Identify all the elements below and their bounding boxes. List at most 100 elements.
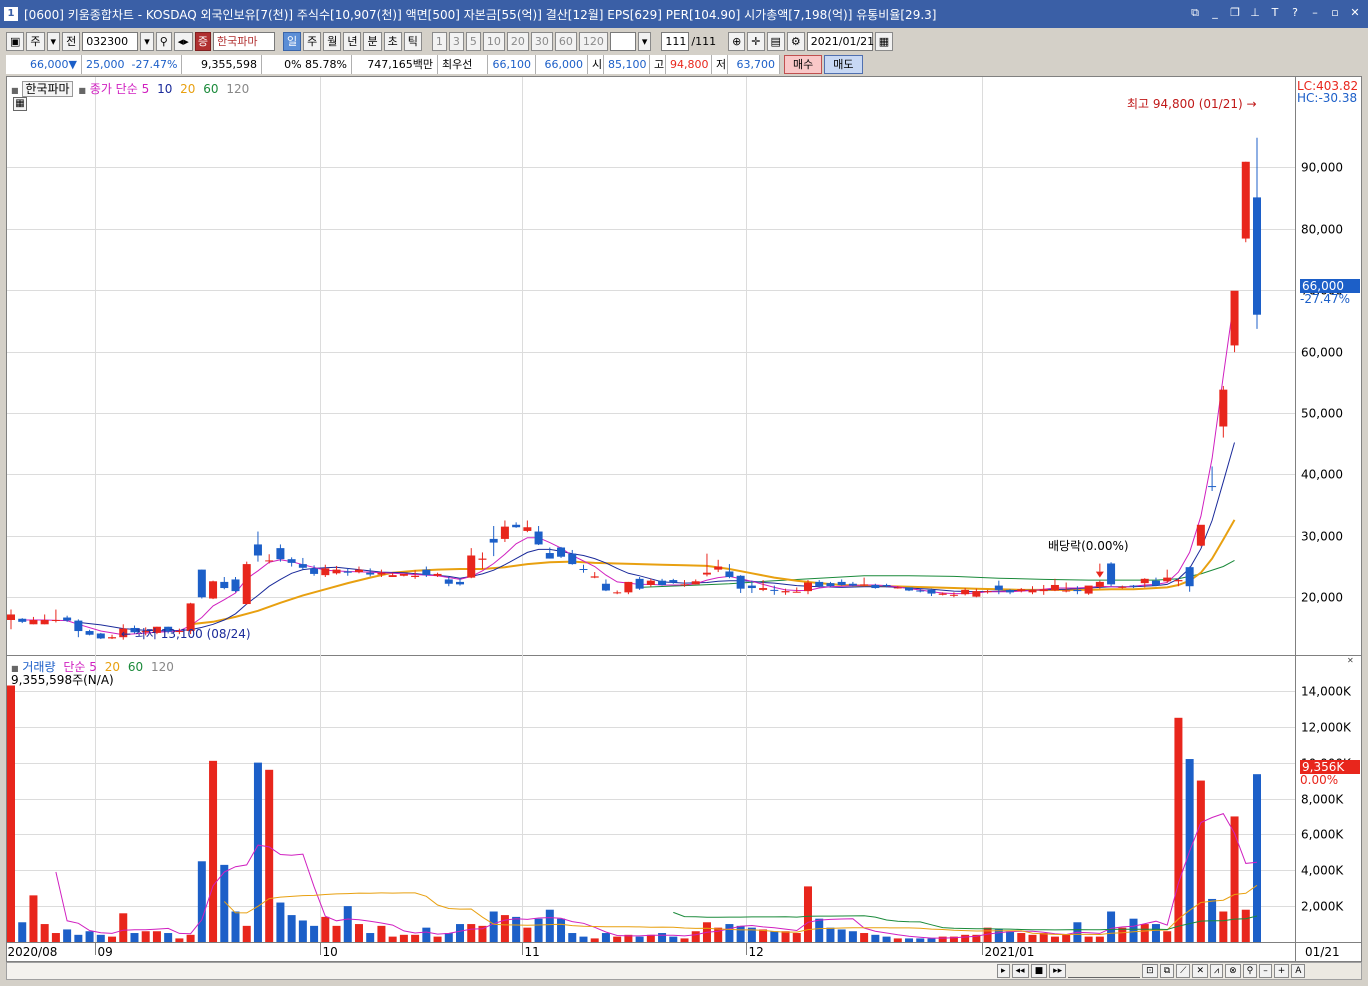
period-tick[interactable]: 틱 <box>403 31 422 51</box>
legend-vol-ma60: 60 <box>127 660 144 674</box>
table-icon[interactable]: ▦ <box>13 97 27 111</box>
minimize-icon[interactable]: – <box>1308 6 1322 20</box>
interval-1[interactable]: 1 <box>431 31 447 51</box>
tool-icon-2[interactable]: ⧉ <box>1159 964 1175 978</box>
restore-icon[interactable]: ▫ <box>1328 6 1342 20</box>
dividend-arrow <box>1095 571 1104 578</box>
panel-close-icon[interactable]: ✕ <box>1347 657 1356 666</box>
buy-button[interactable]: 매수 <box>784 54 823 74</box>
chart-area[interactable]: 20,00030,00040,00050,00060,00070,00080,0… <box>6 76 1362 962</box>
code-dropdown-icon[interactable]: ▾ <box>140 31 154 51</box>
candle-body <box>1208 486 1217 488</box>
interval-3[interactable]: 3 <box>448 31 464 51</box>
link-icon[interactable]: ⧉ <box>1188 6 1202 20</box>
help-icon[interactable]: ? <box>1288 6 1302 20</box>
stock-code-input[interactable]: 032300 <box>82 31 139 51</box>
type-dropdown-icon[interactable]: ▾ <box>46 31 61 51</box>
volume-bar <box>197 861 206 942</box>
magnify-icon[interactable]: ⚲ <box>1242 964 1258 978</box>
rewind-icon[interactable]: ◂◂ <box>1011 964 1029 978</box>
tool-icon-3[interactable]: ⟋ <box>1176 964 1191 978</box>
price-tick-label: 90,000 <box>1301 161 1343 175</box>
candle-body <box>433 573 442 576</box>
cascade-icon[interactable]: ❐ <box>1228 6 1242 20</box>
volume-bar <box>590 938 599 942</box>
volume-bar <box>545 909 554 942</box>
interval-10[interactable]: 10 <box>482 31 505 51</box>
candle-body <box>467 555 476 578</box>
interval-60[interactable]: 60 <box>554 31 577 51</box>
volume-value: 9,355,598 <box>182 54 262 74</box>
chart-canvas[interactable]: 20,00030,00040,00050,00060,00070,00080,0… <box>7 77 1361 961</box>
type-select[interactable]: 주 <box>26 31 45 51</box>
volume-bar <box>119 913 128 942</box>
volume-bar <box>388 936 397 942</box>
period-minute[interactable]: 분 <box>363 31 382 51</box>
interval-30[interactable]: 30 <box>530 31 553 51</box>
interval-120[interactable]: 120 <box>578 31 608 51</box>
search-icon[interactable]: ⚲ <box>155 31 172 51</box>
zoom-out-icon[interactable]: – <box>1259 964 1272 978</box>
candle-body <box>512 524 521 528</box>
volume-bar <box>332 925 341 942</box>
save-icon[interactable]: ▤ <box>766 31 785 51</box>
pin-icon[interactable]: ⊥ <box>1248 6 1262 20</box>
volume-bar <box>220 864 229 942</box>
minimize-small-icon[interactable]: _ <box>1208 6 1222 20</box>
forward-icon[interactable]: ▸▸ <box>1049 964 1067 978</box>
period-year[interactable]: 년 <box>343 31 362 51</box>
volume-bar <box>882 936 891 942</box>
volume-bar <box>63 929 72 942</box>
date-input[interactable]: 2021/01/21 <box>806 31 874 51</box>
candle-body <box>422 569 431 576</box>
candle-body <box>276 548 285 560</box>
zoom-slider[interactable] <box>1068 964 1141 978</box>
speaker-icon[interactable]: ◂▸ <box>173 31 193 51</box>
period-day[interactable]: 일 <box>282 31 302 51</box>
auto-scale-icon[interactable]: A <box>1291 964 1306 978</box>
tool-icon-1[interactable]: ⊡ <box>1142 964 1158 978</box>
close-icon[interactable]: ✕ <box>1348 6 1362 20</box>
volume-tick-label: 14,000K <box>1301 685 1352 699</box>
candle-body <box>568 553 577 565</box>
candle-body <box>1230 290 1239 346</box>
tool-icon-6[interactable]: ⊗ <box>1225 964 1241 978</box>
interval-dropdown-icon[interactable]: ▾ <box>637 31 652 51</box>
interval-20[interactable]: 20 <box>506 31 529 51</box>
scroll-right-icon[interactable]: ▸ <box>997 964 1010 978</box>
candle-body <box>444 579 453 584</box>
best-bid: 66,000 <box>536 54 588 74</box>
crosshair-icon[interactable]: ✛ <box>747 31 765 51</box>
volume-tick-label: 6,000K <box>1301 828 1344 842</box>
stock-name-field[interactable]: 한국파마 <box>212 31 275 51</box>
period-week[interactable]: 주 <box>303 31 322 51</box>
chart-scrollbar[interactable] <box>7 963 1001 979</box>
zoom-icon[interactable]: ⊕ <box>728 31 746 51</box>
volume-bar <box>893 938 902 942</box>
candle-body <box>579 569 588 571</box>
legend-stock-name[interactable]: 한국파마 <box>22 81 73 97</box>
interval-5[interactable]: 5 <box>465 31 481 51</box>
volume-bar <box>1140 924 1149 942</box>
prev-button[interactable]: 전 <box>62 31 81 51</box>
calendar-icon[interactable]: ▦ <box>874 31 894 51</box>
gear-icon[interactable]: ⚙ <box>786 31 805 51</box>
stop-icon[interactable]: ■ <box>1030 964 1048 978</box>
volume-bar <box>1028 934 1037 942</box>
period-month[interactable]: 월 <box>323 31 342 51</box>
volume-bar <box>1151 924 1160 942</box>
tool-icon-5[interactable]: ⩘ <box>1209 964 1224 978</box>
candle-body <box>927 589 936 594</box>
volume-bar <box>298 920 307 942</box>
zoom-in-icon[interactable]: + <box>1273 964 1290 978</box>
layout-icon[interactable]: ▣ <box>6 31 25 51</box>
volume-bar <box>927 938 936 942</box>
volume-bar <box>579 936 588 942</box>
count-input[interactable]: 111 <box>661 31 690 51</box>
sell-button[interactable]: 매도 <box>824 54 863 74</box>
period-second[interactable]: 초 <box>383 31 402 51</box>
font-icon[interactable]: T <box>1268 6 1282 20</box>
legend-ma-label[interactable]: 종가 단순 <box>90 82 138 96</box>
tool-icon-4[interactable]: ✕ <box>1192 964 1208 978</box>
custom-interval-input[interactable] <box>609 31 636 51</box>
